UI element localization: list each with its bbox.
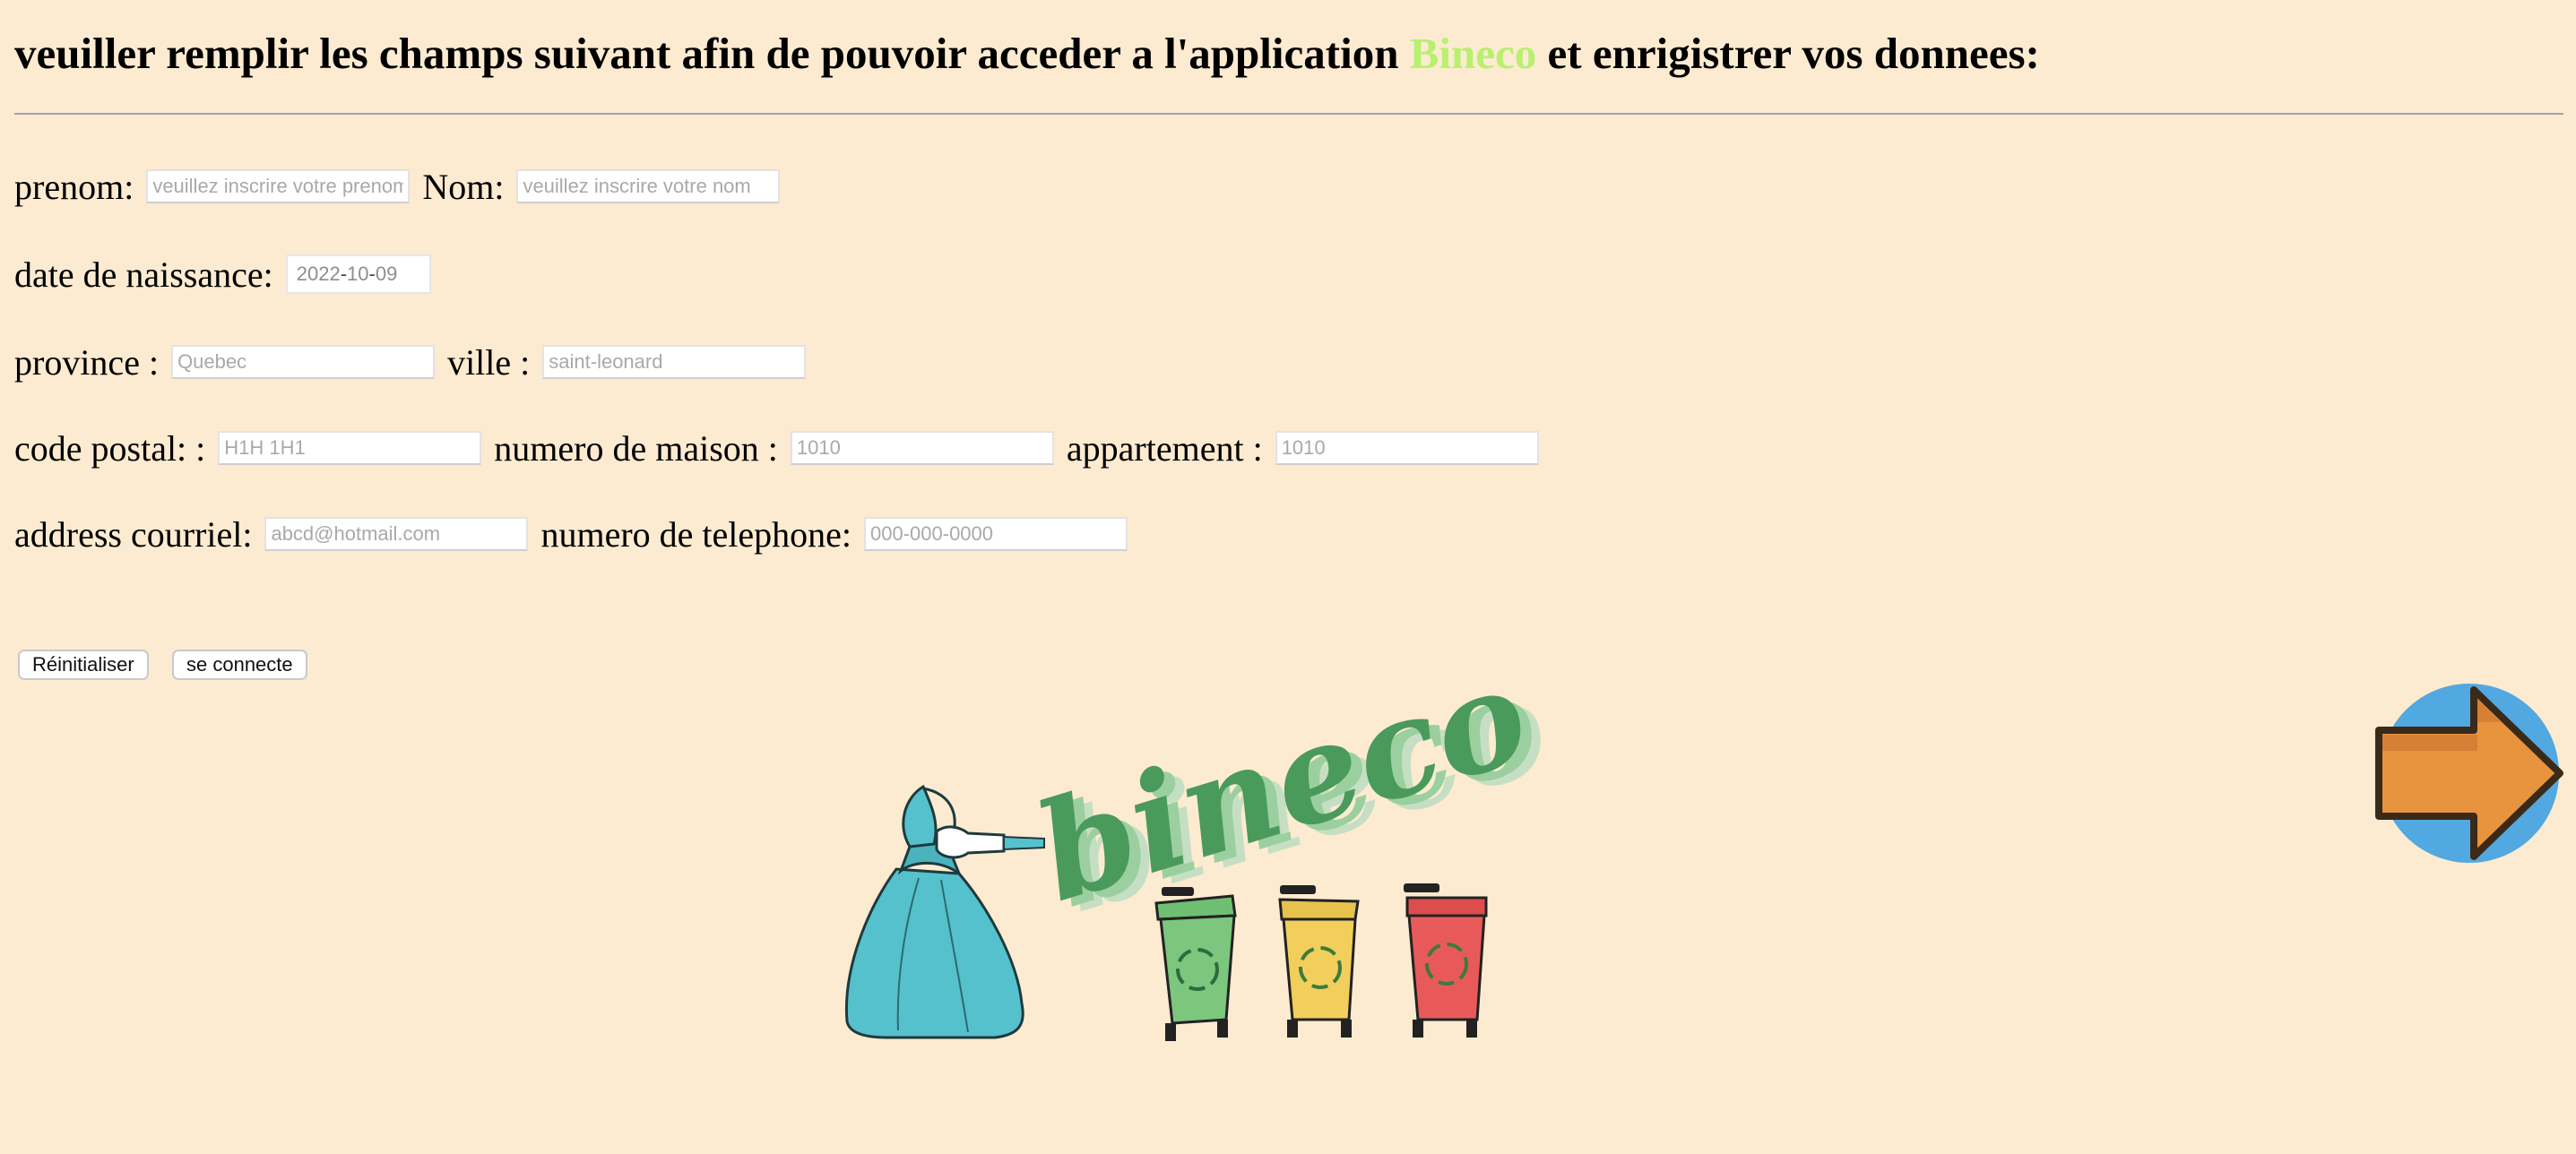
title-divider: [14, 113, 2563, 115]
date-year[interactable]: 2022: [297, 263, 341, 286]
connect-button[interactable]: se connecte: [172, 650, 307, 680]
name-row: prenom: Nom:: [14, 166, 781, 207]
green-bin-icon: [1154, 887, 1237, 1041]
date-naissance-input[interactable]: 2022-10-09: [285, 254, 431, 294]
address-row: code postal: : numero de maison : appart…: [14, 427, 1539, 469]
appartement-input[interactable]: [1275, 431, 1539, 465]
numero-maison-input[interactable]: [790, 431, 1054, 465]
courriel-label: address courriel:: [14, 513, 253, 555]
ville-label: ville :: [447, 341, 531, 383]
garbage-bag-icon: [844, 784, 1045, 1039]
nom-label: Nom:: [422, 166, 505, 207]
right-arrow-icon[interactable]: [2366, 681, 2563, 866]
prenom-label: prenom:: [14, 166, 134, 207]
brand-name: Bineco: [1409, 29, 1537, 78]
contact-row: address courriel: numero de telephone:: [14, 513, 1128, 555]
numero-maison-label: numero de maison :: [494, 427, 778, 469]
telephone-input[interactable]: [864, 517, 1128, 551]
date-separator-1: -: [340, 263, 348, 285]
code-postal-input[interactable]: [218, 431, 482, 465]
registration-page: veuiller remplir les champs suivant afin…: [0, 0, 2576, 1154]
reset-button[interactable]: Réinitialiser: [18, 650, 149, 680]
yellow-bin-icon: [1278, 885, 1360, 1038]
birthdate-row: date de naissance: 2022-10-09: [14, 254, 431, 295]
appartement-label: appartement :: [1066, 427, 1263, 469]
title-before: veuiller remplir les champs suivant afin…: [14, 29, 1399, 78]
courriel-input[interactable]: [264, 517, 529, 551]
nom-input[interactable]: [516, 169, 781, 203]
date-month[interactable]: 10: [347, 263, 368, 286]
title-after: et enrigistrer vos donnees:: [1547, 29, 2040, 78]
date-naissance-label: date de naissance:: [14, 254, 273, 295]
telephone-label: numero de telephone:: [540, 513, 851, 555]
province-label: province :: [14, 341, 160, 383]
bineco-logo: bineco bineco bineco: [844, 672, 1551, 1041]
date-separator-2: -: [368, 263, 376, 285]
prenom-input[interactable]: [146, 169, 411, 203]
code-postal-label: code postal: :: [14, 427, 206, 469]
page-title: veuiller remplir les champs suivant afin…: [14, 25, 2040, 82]
ville-input[interactable]: [542, 345, 807, 379]
province-input[interactable]: [171, 345, 436, 379]
date-day[interactable]: 09: [376, 263, 397, 286]
red-bin-icon: [1404, 883, 1488, 1038]
location-row: province : ville :: [14, 341, 807, 383]
